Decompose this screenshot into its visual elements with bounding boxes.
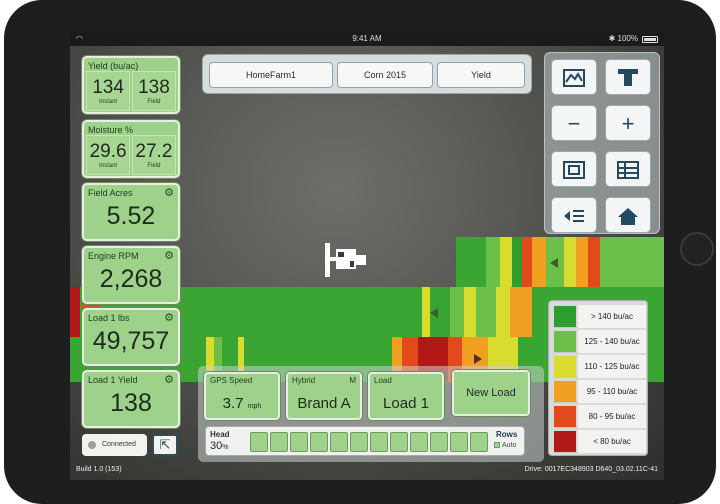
rows-label: Rows (496, 430, 518, 439)
gps-speed-unit: mph (247, 403, 262, 410)
connection-status[interactable]: Connected (82, 434, 147, 456)
engine-rpm-value: 2,268 (99, 265, 163, 293)
legend-item: < 80 bu/ac (554, 430, 646, 453)
field-acres-tile[interactable]: Field Acres ⚙ 5.52 (82, 183, 180, 241)
row-unit[interactable] (350, 432, 368, 452)
head-value: 30 (210, 440, 223, 452)
field-selector-bar: HomeFarm1 Corn 2015 Yield (202, 54, 532, 94)
home-button[interactable] (605, 197, 651, 233)
connection-dot-icon (88, 441, 96, 449)
moisture-tile-title: Moisture % (88, 125, 134, 135)
battery-percent: 100% (617, 34, 638, 43)
status-bar: ◠ 9:41 AM ✱ 100% (70, 32, 664, 46)
load-box[interactable]: Load Load 1 (368, 372, 444, 420)
crop-selector-button[interactable]: Corn 2015 (337, 62, 433, 88)
status-time: 9:41 AM (352, 34, 382, 43)
build-version: Build 1.0 (153) (76, 466, 122, 473)
hybrid-value: Brand A (297, 395, 351, 412)
gps-speed-value: 3.7 (222, 395, 244, 412)
hybrid-mode: M (349, 376, 356, 385)
row-unit[interactable] (470, 432, 488, 452)
row-unit[interactable] (310, 432, 328, 452)
hybrid-box[interactable]: Hybrid M Brand A (286, 372, 362, 420)
battery-icon (642, 36, 658, 43)
yield-legend: > 140 bu/ac 125 - 140 bu/ac 110 - 125 bu… (548, 300, 648, 456)
row-unit[interactable] (330, 432, 348, 452)
tablet-frame: ◠ 9:41 AM ✱ 100% Yield (bu/ac) 134 Insta… (4, 0, 716, 504)
rows-auto-toggle[interactable]: Auto (494, 442, 516, 449)
home-hardware-button[interactable] (680, 232, 714, 266)
row-unit[interactable] (390, 432, 408, 452)
row-unit[interactable] (250, 432, 268, 452)
map-view-icon (563, 69, 585, 87)
zoom-out-icon: − (567, 111, 581, 136)
yield-instant-value: 134 (92, 77, 124, 98)
yield-field-value: 138 (138, 77, 170, 98)
equipment-icon (618, 69, 638, 86)
legend-item: 80 - 95 bu/ac (554, 405, 646, 428)
map-view-button[interactable] (551, 59, 597, 95)
field-acres-value: 5.52 (106, 202, 156, 230)
header-row-sensor: Head 30% Rows Auto (205, 426, 525, 456)
yield-map-pass-1 (456, 237, 664, 287)
gear-icon[interactable]: ⚙ (164, 249, 174, 262)
gear-icon[interactable]: ⚙ (164, 373, 174, 386)
load-lbs-tile[interactable]: Load 1 lbs ⚙ 49,757 (82, 308, 180, 366)
bluetooth-icon: ✱ (608, 34, 616, 43)
row-unit[interactable] (270, 432, 288, 452)
engine-rpm-tile[interactable]: Engine RPM ⚙ 2,268 (82, 246, 180, 304)
layers-icon (564, 210, 584, 222)
map-controls: − + (544, 52, 660, 234)
row-unit[interactable] (410, 432, 428, 452)
load-lbs-value: 49,757 (92, 327, 170, 355)
table-icon (617, 161, 639, 179)
screen: ◠ 9:41 AM ✱ 100% Yield (bu/ac) 134 Insta… (70, 32, 664, 480)
row-unit[interactable] (370, 432, 388, 452)
layer-selector-button[interactable]: Yield (437, 62, 525, 88)
load-yield-value: 138 (110, 389, 152, 417)
new-load-button[interactable]: New Load (452, 370, 530, 416)
table-view-button[interactable] (605, 151, 651, 187)
pass-direction-icon (550, 258, 558, 268)
gear-icon[interactable]: ⚙ (164, 186, 174, 199)
combine-position-icon (325, 243, 366, 277)
zoom-in-button[interactable]: + (605, 105, 651, 141)
row-unit[interactable] (450, 432, 468, 452)
legend-item: 125 - 140 bu/ac (554, 330, 646, 353)
arrow-up-left-icon: ⇱ (159, 437, 171, 452)
legend-item: 110 - 125 bu/ac (554, 355, 646, 378)
gps-speed-box[interactable]: GPS Speed 3.7 mph (204, 372, 280, 420)
moisture-instant-value: 29.6 (89, 141, 127, 162)
drive-id: Drive: 0017EC348903 D640_03.02.11C-41 (524, 466, 658, 473)
load-yield-tile[interactable]: Load 1 Yield ⚙ 138 (82, 370, 180, 428)
moisture-field-value: 27.2 (135, 141, 173, 162)
pass-direction-icon (430, 308, 438, 318)
pass-direction-icon (474, 354, 482, 364)
row-unit[interactable] (290, 432, 308, 452)
yield-tile-title: Yield (bu/ac) (88, 61, 139, 71)
farm-selector-button[interactable]: HomeFarm1 (209, 62, 333, 88)
harvest-control-panel: GPS Speed 3.7 mph Hybrid M Brand A Load … (198, 366, 544, 462)
zoom-in-icon: + (621, 111, 635, 136)
layers-button[interactable] (551, 197, 597, 233)
gear-icon[interactable]: ⚙ (164, 311, 174, 324)
legend-item: > 140 bu/ac (554, 305, 646, 328)
fit-view-button[interactable] (551, 151, 597, 187)
equipment-button[interactable] (605, 59, 651, 95)
zoom-out-button[interactable]: − (551, 105, 597, 141)
yield-tile[interactable]: Yield (bu/ac) 134 Instant 138 Field (82, 56, 180, 114)
home-icon (618, 208, 638, 225)
legend-item: 95 - 110 bu/ac (554, 380, 646, 403)
fit-view-icon (563, 161, 585, 179)
row-unit[interactable] (430, 432, 448, 452)
moisture-tile[interactable]: Moisture % 29.6 Instant 27.2 Field (82, 120, 180, 178)
collapse-button[interactable]: ⇱ (152, 434, 178, 456)
load-value: Load 1 (383, 395, 429, 412)
